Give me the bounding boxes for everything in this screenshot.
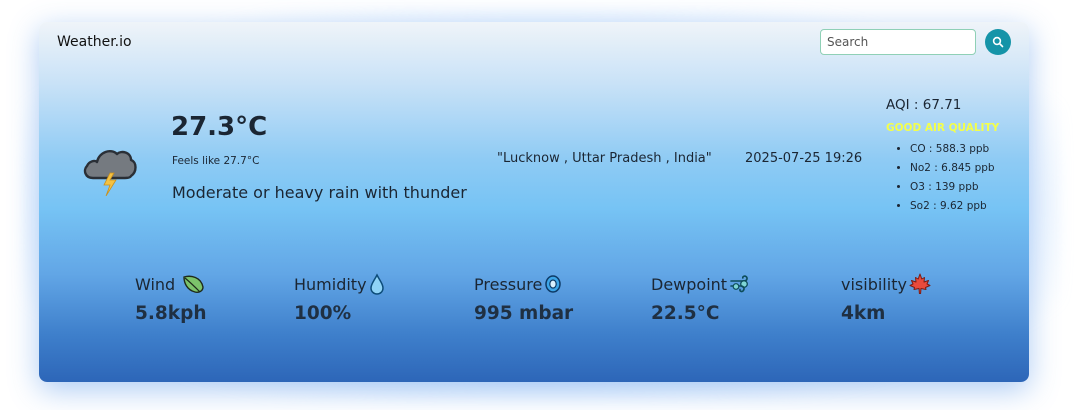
feels-like: Feels like 27.7°C — [172, 155, 260, 167]
droplet-icon — [369, 273, 384, 295]
search-button[interactable] — [985, 29, 1011, 55]
metric-pressure: Pressure 995 mbar — [474, 273, 574, 325]
humidity-label: Humidity — [294, 274, 367, 294]
local-datetime: 2025-07-25 19:26 — [745, 151, 863, 166]
dewpoint-wind-icon — [730, 275, 749, 293]
dewpoint-value: 22.5°C — [651, 303, 720, 324]
pollutant-o3: O3 : 139 ppb — [910, 178, 995, 197]
dewpoint-label: Dewpoint — [651, 274, 728, 294]
pollutant-so2: So2 : 9.62 ppb — [910, 197, 995, 216]
wind-value: 5.8kph — [135, 303, 207, 324]
pressure-swirl-icon — [545, 275, 562, 293]
air-quality-status: GOOD AIR QUALITY — [886, 122, 1000, 134]
pollutant-list: CO : 588.3 ppb No2 : 6.845 ppb O3 : 139 … — [894, 140, 995, 216]
metric-humidity: Humidity 100% — [294, 273, 385, 324]
weather-card: Weather.io 27.3°C Feels like 27.7°C Mode… — [39, 22, 1029, 382]
maple-leaf-icon — [909, 273, 931, 294]
visibility-value: 4km — [841, 303, 886, 324]
pressure-value: 995 mbar — [474, 303, 574, 324]
leaf-icon — [183, 275, 204, 293]
visibility-label: visibility — [841, 274, 907, 294]
pressure-label: Pressure — [474, 274, 543, 294]
metric-visibility: visibility 4km — [841, 273, 931, 324]
wind-label: Wind — [135, 274, 176, 294]
current-temperature: 27.3°C — [171, 112, 268, 142]
pollutant-no2: No2 : 6.845 ppb — [910, 159, 995, 178]
pollutant-co: CO : 588.3 ppb — [910, 140, 995, 159]
location-name: "Lucknow , Uttar Pradesh , India" — [497, 151, 712, 166]
metric-dewpoint: Dewpoint 22.5°C — [651, 273, 753, 324]
brand-logo[interactable]: Weather.io — [57, 34, 132, 50]
humidity-value: 100% — [294, 303, 352, 324]
metric-wind: Wind 5.8kph — [135, 273, 207, 325]
search-input[interactable] — [820, 29, 976, 55]
search-icon — [992, 36, 1004, 48]
thunder-rain-cloud-icon — [83, 150, 137, 196]
aqi-value: AQI : 67.71 — [886, 97, 962, 113]
weather-condition: Moderate or heavy rain with thunder — [172, 183, 467, 202]
